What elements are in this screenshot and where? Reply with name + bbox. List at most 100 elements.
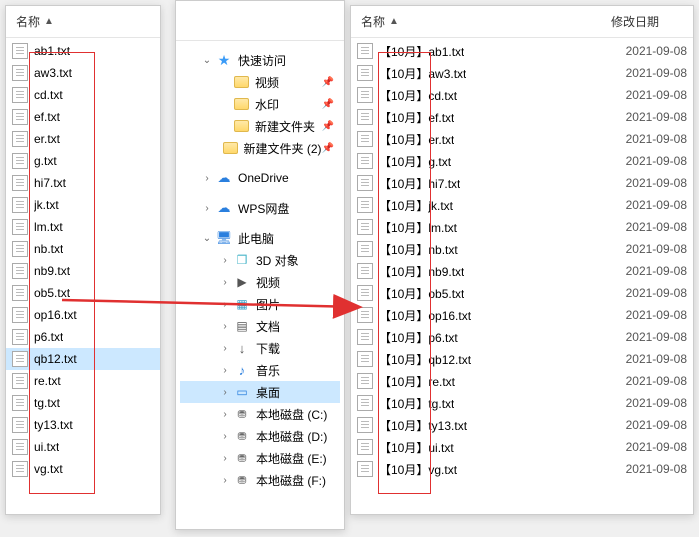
chevron-right-icon[interactable]: › (218, 473, 232, 487)
tree-item[interactable]: ›▦图片 (180, 293, 340, 315)
tree-item[interactable]: ›☁OneDrive (180, 167, 340, 189)
chevron-down-icon[interactable]: ⌄ (200, 231, 214, 245)
tree-item-label: 3D 对象 (256, 252, 299, 269)
column-header-name[interactable]: 名称 ▲ (351, 13, 601, 30)
file-row[interactable]: qb12.txt (6, 348, 160, 370)
file-icon (12, 219, 28, 235)
tree-item-label: 新建文件夹 (255, 118, 315, 135)
file-row[interactable]: 【10月】op16.txt2021-09-08 (351, 304, 693, 326)
file-row[interactable]: ab1.txt (6, 40, 160, 62)
pin-icon: 📌 (322, 143, 334, 154)
file-row[interactable]: p6.txt (6, 326, 160, 348)
tree-item[interactable]: ›⛃本地磁盘 (D:) (180, 425, 340, 447)
file-row[interactable]: 【10月】ui.txt2021-09-08 (351, 436, 693, 458)
tree-item[interactable]: ⌄★快速访问 (180, 49, 340, 71)
file-icon (357, 131, 373, 147)
file-row[interactable]: 【10月】tg.txt2021-09-08 (351, 392, 693, 414)
tree-item[interactable]: 水印📌 (180, 93, 340, 115)
file-row[interactable]: 【10月】ty13.txt2021-09-08 (351, 414, 693, 436)
file-date: 2021-09-08 (626, 352, 687, 366)
file-row[interactable]: vg.txt (6, 458, 160, 480)
file-date: 2021-09-08 (626, 220, 687, 234)
chevron-right-icon[interactable]: › (218, 451, 232, 465)
chevron-right-icon[interactable]: › (200, 201, 214, 215)
file-row[interactable]: 【10月】p6.txt2021-09-08 (351, 326, 693, 348)
tree-item[interactable]: 视频📌 (180, 71, 340, 93)
file-row[interactable]: 【10月】ab1.txt2021-09-08 (351, 40, 693, 62)
tree-item[interactable]: 新建文件夹📌 (180, 115, 340, 137)
chevron-right-icon[interactable]: › (218, 319, 232, 333)
file-icon (357, 439, 373, 455)
chevron-right-icon[interactable]: › (218, 363, 232, 377)
file-row[interactable]: 【10月】re.txt2021-09-08 (351, 370, 693, 392)
file-row[interactable]: er.txt (6, 128, 160, 150)
tree-item[interactable]: ›♪音乐 (180, 359, 340, 381)
tree-item[interactable]: ›⛃本地磁盘 (F:) (180, 469, 340, 491)
file-icon (12, 461, 28, 477)
tree-item[interactable]: ›☁WPS网盘 (180, 197, 340, 219)
file-name: 【10月】nb9.txt (379, 263, 464, 280)
file-icon (357, 395, 373, 411)
file-row[interactable]: cd.txt (6, 84, 160, 106)
file-row[interactable]: 【10月】hi7.txt2021-09-08 (351, 172, 693, 194)
file-row[interactable]: ty13.txt (6, 414, 160, 436)
address-bar (176, 1, 344, 41)
file-row[interactable]: 【10月】qb12.txt2021-09-08 (351, 348, 693, 370)
file-row[interactable]: 【10月】lm.txt2021-09-08 (351, 216, 693, 238)
file-icon (357, 197, 373, 213)
chevron-right-icon[interactable]: › (218, 275, 232, 289)
chevron-right-icon[interactable]: › (218, 429, 232, 443)
img-icon: ▦ (234, 296, 250, 312)
file-row[interactable]: 【10月】vg.txt2021-09-08 (351, 458, 693, 480)
file-date: 2021-09-08 (626, 154, 687, 168)
file-row[interactable]: 【10月】aw3.txt2021-09-08 (351, 62, 693, 84)
tree-item[interactable]: ›⛃本地磁盘 (C:) (180, 403, 340, 425)
file-row[interactable]: re.txt (6, 370, 160, 392)
file-row[interactable]: 【10月】nb.txt2021-09-08 (351, 238, 693, 260)
column-header-date[interactable]: 修改日期 (601, 13, 693, 30)
chevron-right-icon[interactable]: › (218, 297, 232, 311)
tree-item[interactable]: ›⛃本地磁盘 (E:) (180, 447, 340, 469)
file-row[interactable]: ui.txt (6, 436, 160, 458)
file-icon (12, 241, 28, 257)
tree-item[interactable]: ›↓下载 (180, 337, 340, 359)
file-icon (12, 395, 28, 411)
chevron-right-icon[interactable]: › (218, 407, 232, 421)
chevron-right-icon[interactable]: › (218, 253, 232, 267)
file-row[interactable]: nb.txt (6, 238, 160, 260)
file-name: 【10月】jk.txt (379, 197, 453, 214)
file-row[interactable]: 【10月】er.txt2021-09-08 (351, 128, 693, 150)
file-row[interactable]: op16.txt (6, 304, 160, 326)
file-row[interactable]: jk.txt (6, 194, 160, 216)
file-row[interactable]: 【10月】cd.txt2021-09-08 (351, 84, 693, 106)
column-header-name[interactable]: 名称 ▲ (6, 13, 146, 30)
3d-icon: ❒ (234, 252, 250, 268)
file-row[interactable]: aw3.txt (6, 62, 160, 84)
file-row[interactable]: 【10月】jk.txt2021-09-08 (351, 194, 693, 216)
file-row[interactable]: tg.txt (6, 392, 160, 414)
file-row[interactable]: 【10月】ob5.txt2021-09-08 (351, 282, 693, 304)
file-row[interactable]: hi7.txt (6, 172, 160, 194)
file-row[interactable]: 【10月】g.txt2021-09-08 (351, 150, 693, 172)
tree-item[interactable]: 新建文件夹 (2)📌 (180, 137, 340, 159)
tree-item[interactable]: ›❒ 3D 对象 (180, 249, 340, 271)
tree-item[interactable]: ⌄🖥此电脑 (180, 227, 340, 249)
pin-icon: 📌 (322, 99, 334, 110)
tree-item[interactable]: ›▭桌面 (180, 381, 340, 403)
tree-item-label: 此电脑 (238, 230, 274, 247)
chevron-right-icon[interactable]: › (218, 385, 232, 399)
file-row[interactable]: ef.txt (6, 106, 160, 128)
file-row[interactable]: 【10月】nb9.txt2021-09-08 (351, 260, 693, 282)
chevron-right-icon[interactable]: › (200, 171, 214, 185)
file-name: 【10月】p6.txt (379, 329, 458, 346)
file-row[interactable]: lm.txt (6, 216, 160, 238)
tree-item[interactable]: ›▤文档 (180, 315, 340, 337)
chevron-down-icon[interactable]: ⌄ (200, 53, 214, 67)
file-row[interactable]: ob5.txt (6, 282, 160, 304)
file-row[interactable]: g.txt (6, 150, 160, 172)
file-row[interactable]: 【10月】ef.txt2021-09-08 (351, 106, 693, 128)
file-row[interactable]: nb9.txt (6, 260, 160, 282)
chevron-right-icon[interactable]: › (218, 341, 232, 355)
tree-item[interactable]: ›▶视频 (180, 271, 340, 293)
column-header-date-label: 修改日期 (611, 13, 659, 30)
